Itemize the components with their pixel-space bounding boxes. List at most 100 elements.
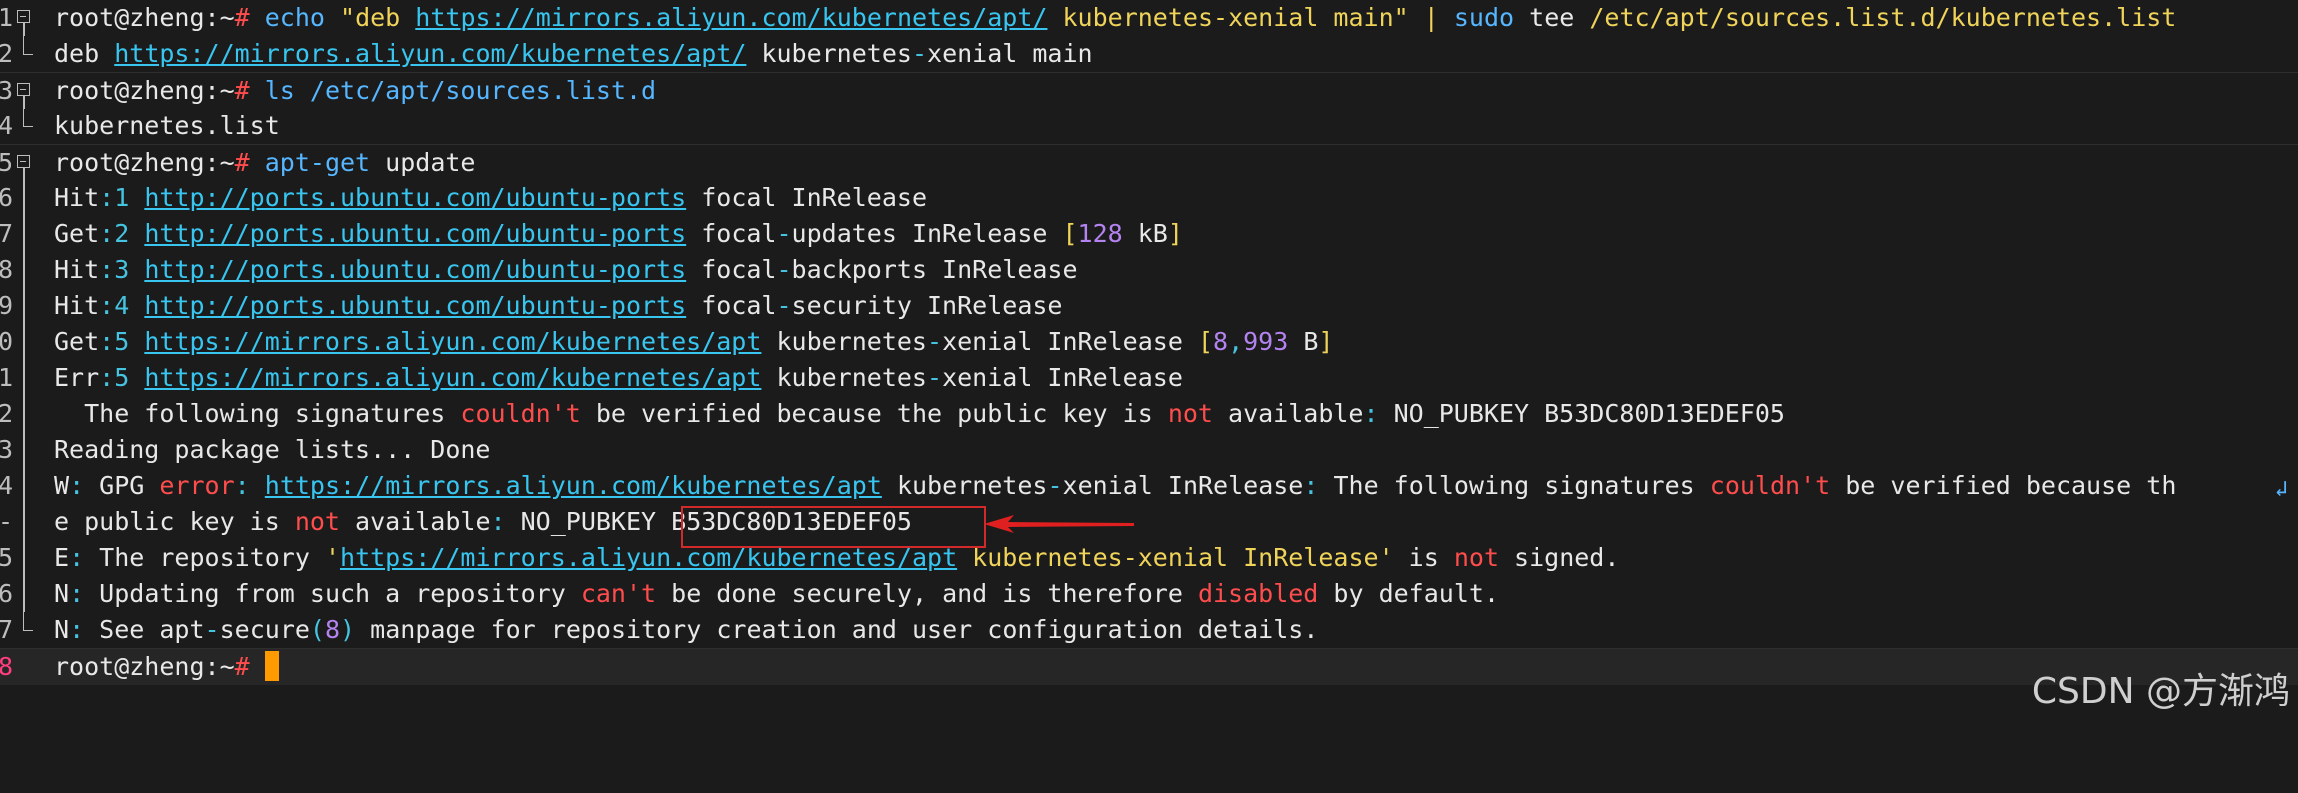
text-segment: NO_PUBKEY B53DC80D13EDEF05 — [1378, 399, 1785, 428]
text-segment: focal InRelease — [686, 183, 927, 212]
url-link[interactable]: https://mirrors.aliyun.com/kubernetes/ap… — [144, 363, 761, 392]
punct: - — [204, 615, 220, 644]
text-segment — [250, 471, 265, 500]
text-segment: available — [339, 507, 491, 536]
url-link[interactable]: http://ports.ubuntu.com/ubuntu-ports — [144, 183, 686, 212]
line-gutter: 5 — [0, 540, 50, 576]
line-text: Hit:1 http://ports.ubuntu.com/ubuntu-por… — [54, 180, 927, 216]
line-gutter: 7 — [0, 216, 50, 252]
line-number: 7 — [0, 219, 14, 248]
line-gutter: 3 — [0, 73, 50, 109]
punct: - — [776, 219, 792, 248]
line-gutter: 6 — [0, 576, 50, 612]
command: ls — [264, 76, 295, 105]
fold-toggle-icon[interactable] — [17, 83, 30, 96]
text-segment: W — [54, 471, 70, 500]
watermark: CSDN @方渐鸿 — [2031, 671, 2290, 712]
fold-end-icon — [23, 36, 33, 55]
line-number: 2 — [0, 399, 14, 428]
line-text: Reading package lists... Done — [54, 432, 491, 468]
fold-toggle-icon[interactable] — [17, 10, 30, 23]
line-gutter: 7 — [0, 612, 50, 648]
terminal-line: 9 Hit:4 http://ports.ubuntu.com/ubuntu-p… — [0, 288, 2298, 324]
punct: ( — [309, 615, 325, 644]
text-segment: :5 — [99, 363, 145, 392]
text-segment: Get — [54, 327, 100, 356]
prompt: root@zheng:~ — [54, 76, 235, 105]
keyword: error — [159, 471, 235, 500]
text-segment: The repository — [84, 543, 325, 572]
line-gutter: 5 — [0, 145, 50, 181]
terminal-line: 6 N: Updating from such a repository can… — [0, 576, 2298, 612]
punct: : — [69, 471, 85, 500]
url-link[interactable]: http://ports.ubuntu.com/ubuntu-ports — [144, 255, 686, 284]
text-segment: by default. — [1318, 579, 1499, 608]
line-number: 5 — [0, 148, 14, 177]
terminal-line: - e public key is not available: NO_PUBK… — [0, 504, 2298, 540]
text-segment: See apt — [84, 615, 205, 644]
url-link[interactable]: https://mirrors.aliyun.com/kubernetes/ap… — [114, 39, 746, 68]
annotation-highlight-box — [681, 506, 986, 548]
text-segment: Hit — [54, 183, 100, 212]
line-text: Hit:4 http://ports.ubuntu.com/ubuntu-por… — [54, 288, 1062, 324]
punct: - — [927, 363, 943, 392]
terminal-line: 3 root@zheng:~# ls /etc/apt/sources.list… — [0, 72, 2298, 109]
line-gutter: 3 — [0, 432, 50, 468]
url-link[interactable]: http://ports.ubuntu.com/ubuntu-ports — [144, 219, 686, 248]
url-link[interactable]: http://ports.ubuntu.com/ubuntu-ports — [144, 291, 686, 320]
bracket: ] — [1318, 327, 1334, 356]
keyword: couldn't — [1709, 471, 1831, 500]
punct: , — [1228, 327, 1244, 356]
line-number: 8 — [0, 652, 14, 681]
line-gutter: 2 — [0, 36, 50, 72]
fold-line-icon — [23, 396, 25, 432]
fold-line-icon — [23, 288, 25, 324]
terminal-line: 5 root@zheng:~# apt-get update — [0, 144, 2298, 181]
quote: ' — [1378, 543, 1394, 572]
punct: - — [911, 39, 928, 68]
fold-toggle-icon[interactable] — [17, 155, 30, 168]
fold-line-icon — [23, 360, 25, 396]
url-link[interactable]: https://mirrors.aliyun.com/kubernetes/ap… — [415, 3, 1047, 32]
text-segment: xenial InRelease — [942, 363, 1183, 392]
text-segment: xenial InRelease — [1062, 471, 1304, 500]
bracket: [ — [1062, 219, 1078, 248]
keyword: couldn't — [460, 399, 581, 428]
text-segment: :5 — [99, 327, 145, 356]
punct: : — [1363, 399, 1379, 428]
line-number: 5 — [0, 543, 14, 572]
line-text: root@zheng:~# — [54, 649, 279, 685]
line-text: root@zheng:~# echo "deb https://mirrors.… — [54, 0, 2176, 36]
text-segment: e public key is — [54, 507, 295, 536]
number: 8 — [1213, 327, 1229, 356]
text-segment: :1 — [99, 183, 145, 212]
text-segment: The following signatures — [1318, 471, 1710, 500]
url-link[interactable]: https://mirrors.aliyun.com/kubernetes/ap… — [265, 471, 882, 500]
line-gutter: 0 — [0, 324, 50, 360]
punct: - — [1047, 471, 1063, 500]
text-segment: kB — [1122, 219, 1168, 248]
string: "deb — [340, 3, 416, 32]
bracket: [ — [1197, 327, 1213, 356]
text-segment: security InRelease — [791, 291, 1063, 320]
terminal-line-current[interactable]: 8 root@zheng:~# — [0, 648, 2298, 685]
punct: - — [776, 255, 792, 284]
terminal-line: 4 kubernetes.list — [0, 108, 2298, 144]
punct: : — [234, 471, 250, 500]
line-number: 2 — [0, 39, 14, 68]
fold-line-icon — [23, 540, 25, 576]
prompt-hash: # — [234, 148, 250, 177]
text-segment: kubernetes.list — [54, 111, 280, 140]
terminal-line: 5 E: The repository 'https://mirrors.ali… — [0, 540, 2298, 576]
terminal-window[interactable]: 1 root@zheng:~# echo "deb https://mirror… — [0, 0, 2298, 728]
fold-line-icon — [23, 252, 25, 288]
text-segment: focal — [686, 255, 777, 284]
fold-line-icon — [23, 23, 25, 36]
url-link[interactable]: https://mirrors.aliyun.com/kubernetes/ap… — [144, 327, 761, 356]
text-segment: kubernetes — [761, 363, 927, 392]
text-segment: be done securely, and is therefore — [656, 579, 1198, 608]
line-number: 8 — [0, 255, 14, 284]
text-segment: Hit — [54, 291, 100, 320]
number: 993 — [1243, 327, 1289, 356]
command: echo — [264, 3, 325, 32]
